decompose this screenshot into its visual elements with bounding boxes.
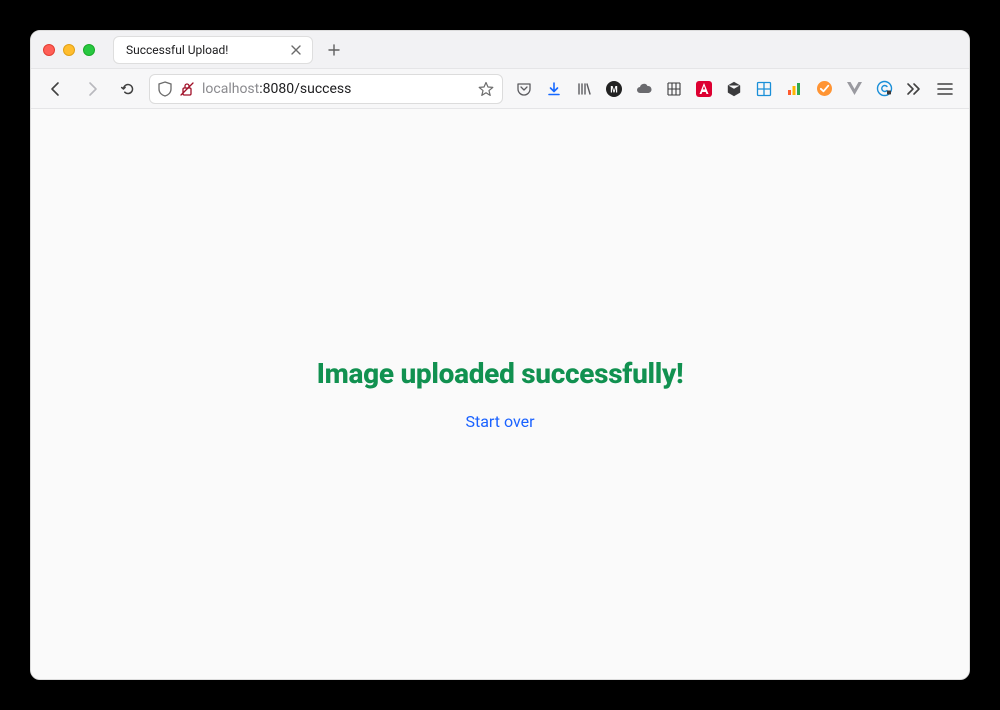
extension-angular-icon[interactable] (693, 78, 715, 100)
extension-m-icon[interactable]: M (603, 78, 625, 100)
url-bar[interactable]: localhost:8080/success (149, 74, 503, 104)
toolbar-extensions: M (509, 78, 925, 100)
url-path: :8080/success (259, 81, 351, 97)
app-menu-button[interactable] (931, 75, 959, 103)
page-content: Image uploaded successfully! Start over (31, 109, 969, 679)
extension-bars-icon[interactable] (783, 78, 805, 100)
close-window-button[interactable] (43, 44, 55, 56)
shield-icon (158, 81, 172, 97)
titlebar: Successful Upload! (31, 31, 969, 69)
extension-check-shield-icon[interactable] (813, 78, 835, 100)
extension-cloud-icon[interactable] (633, 78, 655, 100)
back-button[interactable] (41, 74, 71, 104)
download-icon[interactable] (543, 78, 565, 100)
library-icon[interactable] (573, 78, 595, 100)
extension-panels-icon[interactable] (753, 78, 775, 100)
extension-vue-icon[interactable] (843, 78, 865, 100)
close-tab-button[interactable] (288, 42, 304, 58)
minimize-window-button[interactable] (63, 44, 75, 56)
reload-button[interactable] (113, 74, 143, 104)
url-host: localhost (202, 81, 259, 97)
extension-copyright-icon[interactable] (873, 78, 895, 100)
lock-slash-icon (180, 81, 194, 97)
svg-text:M: M (610, 84, 618, 94)
pocket-icon[interactable] (513, 78, 535, 100)
extension-cube-icon[interactable] (723, 78, 745, 100)
browser-tab[interactable]: Successful Upload! (113, 36, 313, 64)
overflow-chevrons-icon[interactable] (903, 78, 925, 100)
browser-toolbar: localhost:8080/success M (31, 69, 969, 109)
new-tab-button[interactable] (321, 37, 347, 63)
maximize-window-button[interactable] (83, 44, 95, 56)
forward-button[interactable] (77, 74, 107, 104)
start-over-link[interactable]: Start over (465, 412, 534, 431)
window-controls (43, 44, 95, 56)
url-text: localhost:8080/success (202, 81, 466, 97)
browser-window: Successful Upload! (30, 30, 970, 680)
bookmark-star-icon[interactable] (478, 81, 494, 97)
success-heading: Image uploaded successfully! (317, 357, 684, 390)
extension-grid-icon[interactable] (663, 78, 685, 100)
tab-title: Successful Upload! (126, 43, 280, 57)
